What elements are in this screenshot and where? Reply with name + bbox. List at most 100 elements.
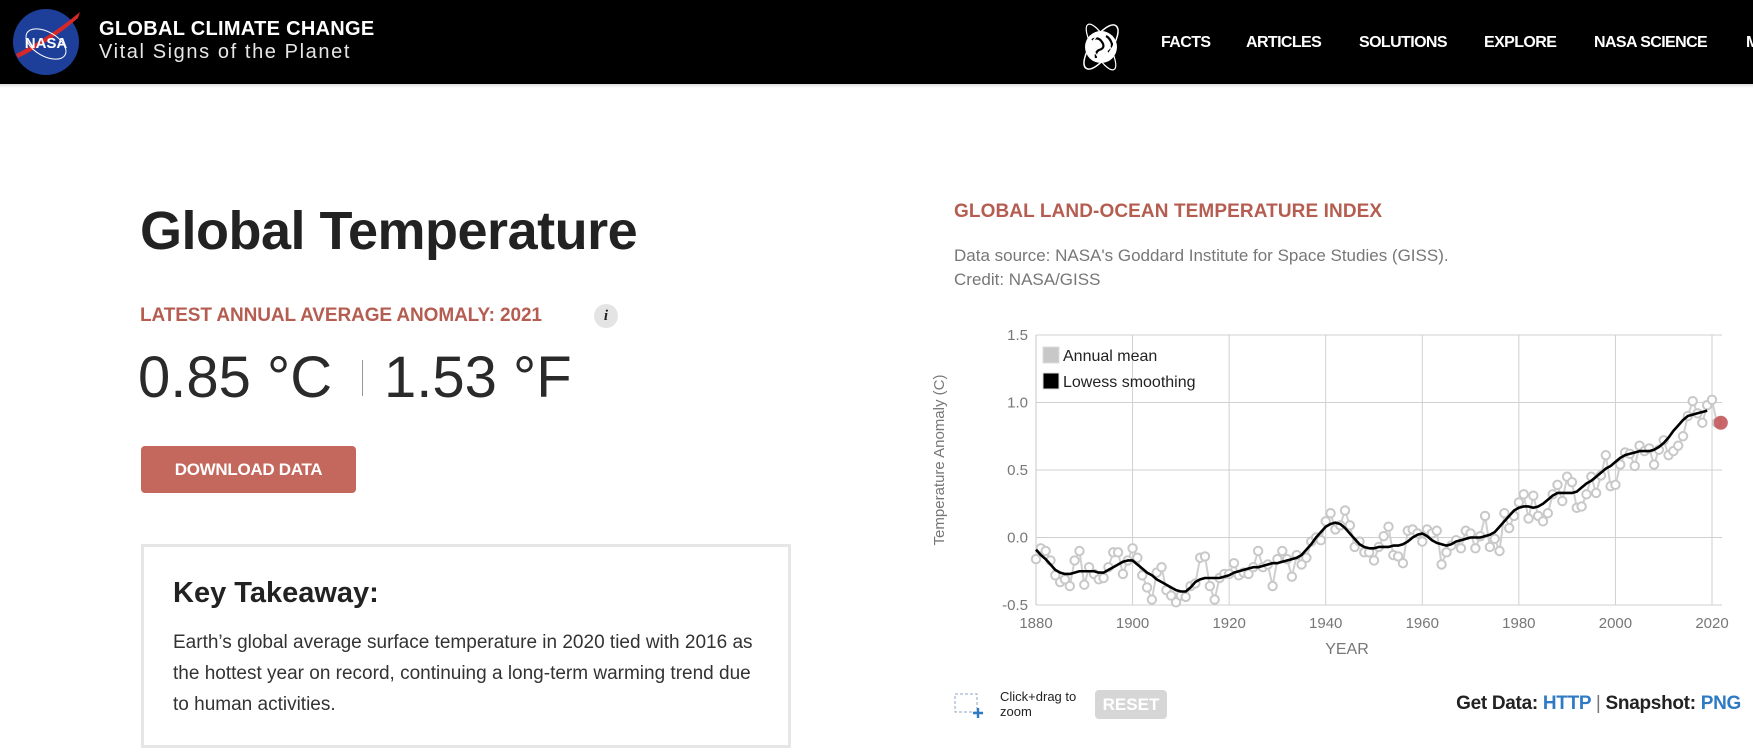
temperature-chart[interactable]: -0.5 0.0 0.5 1.0 1.5 1880 1900 1920 1940 1960 198… [930,320,1753,660]
page-title: Global Temperature [140,201,638,261]
x-tick-label: 1920 [1212,615,1245,632]
chart-legend: Annual mean Lowess smoothing [1042,346,1196,391]
annual-mean-point [1518,489,1529,500]
nav-more[interactable]: M [1746,34,1753,52]
x-tick-label: 2020 [1695,615,1728,632]
annual-mean-point [1600,449,1611,461]
site-brand[interactable]: GLOBAL CLIMATE CHANGE Vital Signs of the… [99,18,375,64]
annual-mean-point [1204,580,1216,592]
annual-mean-point [1156,562,1167,573]
x-tick-label: 1880 [1019,615,1052,632]
annual-mean-point [1552,479,1563,491]
info-icon[interactable]: i [594,304,618,328]
snapshot-label: Snapshot: [1605,693,1696,714]
nav-facts[interactable]: FACTS [1161,34,1211,52]
annual-mean-point [1513,497,1525,508]
annual-mean-point [1566,476,1578,488]
legend-annual-label: Annual mean [1063,348,1157,365]
legend-lowess-swatch [1042,372,1060,390]
nav-nasa-science[interactable]: NASA SCIENCE [1594,34,1708,52]
annual-mean-point [1378,530,1389,542]
annual-mean-point [1180,591,1191,603]
x-tick-label: 1960 [1406,615,1439,632]
chart-data-links: Get Data: HTTP | Snapshot: PNG [1456,693,1741,715]
annual-mean-point [1040,545,1051,557]
credit-text: Credit: NASA/GISS [954,270,1101,289]
annual-mean-point [1277,545,1288,557]
annual-mean-series [1030,394,1723,608]
annual-mean-point [1557,495,1568,507]
annual-mean-point [1648,459,1660,470]
annual-mean-point [1117,568,1129,580]
snapshot-png-link[interactable]: PNG [1701,693,1742,714]
key-takeaway-card: Key Takeaway: Earth’s global average sur… [141,544,791,748]
annual-mean-point [1074,545,1085,557]
annual-mean-point [1127,543,1138,554]
reset-zoom-button[interactable]: RESET [1095,690,1167,719]
takeaway-title: Key Takeaway: [173,577,379,609]
annual-mean-point [1629,460,1640,472]
annual-mean-point [1528,490,1539,501]
nav-explore[interactable]: EXPLORE [1484,34,1557,52]
chart-title: GLOBAL LAND-OCEAN TEMPERATURE INDEX [954,201,1383,222]
x-tick-label: 1940 [1309,615,1342,632]
annual-mean-point [1484,541,1496,553]
annual-mean-point [1436,559,1447,570]
annual-mean-point [1677,431,1689,442]
takeaway-text: Earth’s global average surface temperatu… [173,632,753,715]
annual-mean-point [1397,557,1409,569]
y-axis-label: Temperature Anomaly (C) [931,375,948,546]
x-axis-ticks: 1880 1900 1920 1940 1960 1980 2000 2020 [1019,615,1728,632]
nasa-logo-icon[interactable]: NASA [12,8,80,76]
drag-zoom-icon [954,693,983,718]
annual-mean-point [1523,513,1534,524]
annual-mean-point [1610,479,1621,491]
annual-mean-point [1267,580,1278,592]
top-navigation-bar: NASA GLOBAL CLIMATE CHANGE Vital Signs o… [0,0,1753,84]
nav-articles[interactable]: ARTICLES [1246,34,1322,52]
y-tick-label: 0.5 [1007,462,1028,479]
links-separator: | [1595,693,1601,714]
y-tick-label: 1.5 [1007,327,1028,344]
annual-mean-point [1030,553,1042,565]
annual-mean-point [1706,394,1718,406]
annual-mean-point [1417,536,1428,547]
legend-lowess-label: Lowess smoothing [1063,374,1196,391]
annual-mean-point [1325,508,1336,519]
annual-mean-point [1141,582,1153,593]
zoom-hint-text: Click+drag to zoom [1000,689,1077,719]
chart-source: Data source: NASA's Goddard Institute fo… [954,244,1449,292]
y-tick-label: -0.5 [1002,597,1028,614]
annual-mean-point [1069,555,1080,566]
annual-mean-point [1199,551,1211,562]
x-tick-label: 2000 [1599,615,1632,632]
annual-mean-point [1209,594,1220,605]
annual-mean-point [1252,545,1264,557]
get-data-label: Get Data: [1456,693,1538,714]
annual-mean-point [1697,417,1708,428]
annual-mean-point [1228,557,1240,569]
y-axis-ticks: -0.5 0.0 0.5 1.0 1.5 [1002,327,1028,614]
data-source-text: Data source: NASA's Goddard Institute fo… [954,246,1449,265]
download-data-button[interactable]: DOWNLOAD DATA [141,446,356,493]
site-subtitle: Vital Signs of the Planet [99,41,351,63]
annual-mean-line [1035,397,1718,605]
annual-mean-point [1064,580,1076,592]
get-data-http-link[interactable]: HTTP [1543,693,1591,714]
annual-mean-point [1146,594,1158,605]
x-tick-label: 1980 [1502,615,1535,632]
globe-icon[interactable] [1072,18,1130,74]
anomaly-celsius: 0.85 °C [138,345,333,410]
logo-text: NASA [25,35,68,52]
anomaly-label: LATEST ANNUAL AVERAGE ANOMALY: 2021 [140,305,542,326]
annual-mean-point [1581,489,1592,500]
annual-mean-point [1368,555,1380,566]
annual-mean-point [1687,395,1698,407]
header-shadow [0,84,1753,88]
annual-mean-point [1479,510,1491,522]
annual-mean-point [1504,522,1515,534]
nav-solutions[interactable]: SOLUTIONS [1359,34,1448,52]
annual-mean-point [1590,487,1602,499]
annual-mean-point [1383,521,1394,532]
legend-annual-swatch [1042,346,1060,364]
